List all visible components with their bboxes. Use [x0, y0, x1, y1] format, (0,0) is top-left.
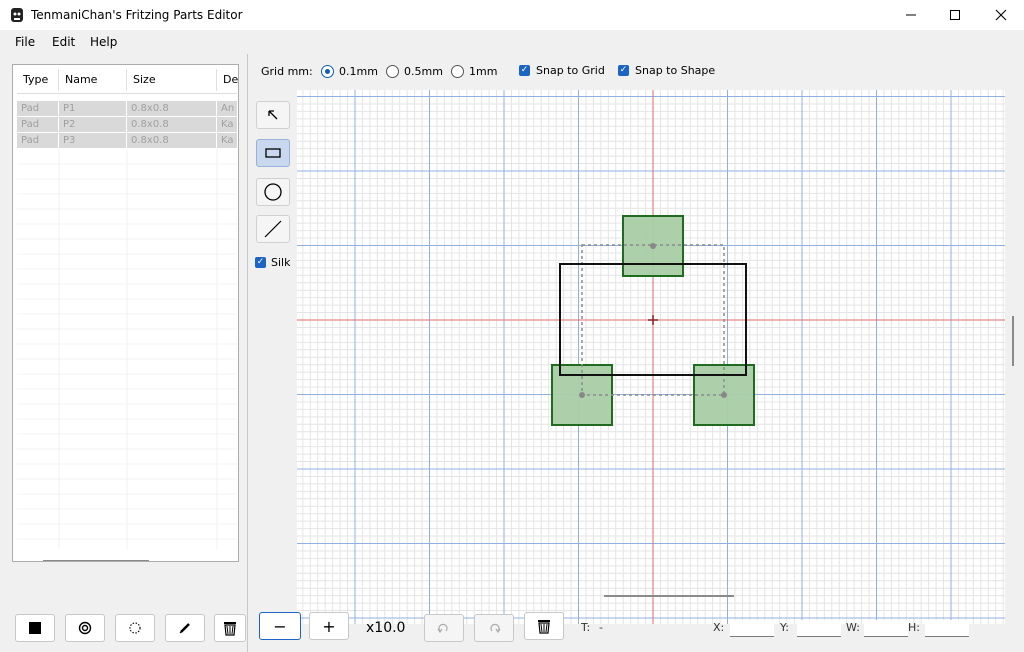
cell-name: P1 — [59, 101, 127, 116]
x-label: X: — [713, 621, 725, 634]
cell-type: Pad — [17, 133, 59, 148]
cell-type: Pad — [17, 101, 59, 116]
snap-to-grid-label[interactable]: Snap to Grid — [536, 64, 605, 77]
left-panel: Type Name Size De Pad P1 0.8x0.8 An Pad … — [0, 54, 248, 652]
drawing-canvas[interactable] — [297, 90, 1005, 624]
select-tool-button[interactable] — [256, 101, 290, 129]
canvas-horizontal-scrollbar[interactable] — [604, 595, 734, 597]
canvas-vertical-scrollbar[interactable] — [1012, 316, 1014, 366]
redo-icon — [490, 623, 501, 634]
silk-checkbox[interactable]: ✓ — [255, 257, 266, 268]
cell-size: 0.8x0.8 — [127, 101, 217, 116]
cell-name: P2 — [59, 117, 127, 132]
rectangle-icon — [265, 148, 281, 158]
menu-file[interactable]: File — [15, 35, 35, 49]
menu-help[interactable]: Help — [90, 35, 117, 49]
column-header-size[interactable]: Size — [127, 69, 217, 91]
undo-button[interactable] — [424, 614, 464, 642]
trash-icon — [224, 622, 236, 636]
dotted-circle-button[interactable] — [115, 614, 155, 642]
cell-size: 0.8x0.8 — [127, 133, 217, 148]
cell-desc: An — [217, 101, 238, 116]
cell-name: P3 — [59, 133, 127, 148]
cell-size: 0.8x0.8 — [127, 117, 217, 132]
cell-desc: Ka — [217, 117, 238, 132]
ring-button[interactable] — [65, 614, 105, 642]
circle-icon — [264, 183, 282, 201]
w-label: W: — [846, 621, 860, 634]
cell-type: Pad — [17, 117, 59, 132]
grid-radio-1mm[interactable] — [451, 65, 464, 78]
silk-label[interactable]: Silk — [271, 256, 290, 269]
column-header-type[interactable]: Type — [17, 69, 59, 91]
zoom-out-button[interactable]: − — [259, 612, 301, 640]
h-label: H: — [908, 621, 920, 634]
grid-label: Grid mm: — [261, 65, 313, 78]
window-title: TenmaniChan's Fritzing Parts Editor — [31, 8, 243, 22]
t-value: - — [599, 621, 603, 634]
parts-table[interactable]: Type Name Size De Pad P1 0.8x0.8 An Pad … — [12, 64, 239, 562]
menu-edit[interactable]: Edit — [52, 35, 75, 49]
rectangle-tool-button[interactable] — [256, 139, 290, 167]
table-empty-grid — [17, 149, 237, 549]
fill-square-button[interactable] — [15, 614, 55, 642]
line-tool-button[interactable] — [256, 215, 290, 243]
dotted-circle-icon — [129, 622, 141, 634]
trash-icon — [538, 620, 550, 634]
redo-button[interactable] — [474, 614, 514, 642]
pad-center-marker — [650, 243, 656, 249]
column-header-desc[interactable]: De — [217, 69, 238, 91]
table-row[interactable]: Pad P3 0.8x0.8 Ka — [17, 133, 237, 148]
grid-option-1mm-label[interactable]: 1mm — [469, 65, 497, 78]
zoom-level: x10.0 — [366, 620, 406, 636]
pad-center-marker — [721, 392, 727, 398]
h-field[interactable] — [925, 620, 969, 637]
ring-icon — [78, 621, 92, 635]
canvas-area: Grid mm: 0.1mm 0.5mm 1mm ✓ Snap to Grid … — [248, 54, 1024, 652]
close-icon — [995, 9, 1007, 21]
grid-radio-0-5mm[interactable] — [386, 65, 399, 78]
line-icon — [264, 220, 282, 238]
delete-part-button[interactable] — [214, 614, 246, 642]
circle-tool-button[interactable] — [256, 178, 290, 206]
maximize-icon — [950, 10, 960, 20]
t-label: T: — [581, 621, 591, 634]
snap-to-shape-label[interactable]: Snap to Shape — [635, 64, 715, 77]
table-row[interactable]: Pad P1 0.8x0.8 An — [17, 101, 237, 116]
snap-to-shape-checkbox[interactable]: ✓ — [618, 65, 629, 76]
grid-option-0-5mm-label[interactable]: 0.5mm — [404, 65, 443, 78]
table-horizontal-scrollbar[interactable] — [43, 560, 149, 561]
delete-shape-button[interactable] — [524, 612, 564, 640]
table-header: Type Name Size De — [17, 65, 238, 94]
snap-to-grid-checkbox[interactable]: ✓ — [519, 65, 530, 76]
fill-square-icon — [29, 622, 41, 634]
undo-icon — [437, 623, 448, 634]
maximize-button[interactable] — [932, 0, 978, 30]
table-row[interactable]: Pad P2 0.8x0.8 Ka — [17, 117, 237, 132]
minimize-icon — [906, 14, 916, 16]
app-icon — [11, 8, 23, 22]
pen-icon — [179, 623, 190, 634]
pad-center-marker — [579, 392, 585, 398]
grid-option-0-1mm-label[interactable]: 0.1mm — [339, 65, 378, 78]
x-field[interactable] — [730, 620, 774, 637]
arrow-pointer-icon — [268, 110, 278, 120]
grid-radio-0-1mm[interactable] — [321, 65, 334, 78]
minimize-button[interactable] — [888, 0, 934, 30]
y-field[interactable] — [797, 620, 841, 637]
column-header-name[interactable]: Name — [59, 69, 127, 91]
y-label: Y: — [780, 621, 789, 634]
close-button[interactable] — [978, 0, 1024, 30]
pen-button[interactable] — [165, 614, 205, 642]
title-bar: TenmaniChan's Fritzing Parts Editor — [0, 0, 1024, 30]
w-field[interactable] — [864, 620, 908, 637]
zoom-in-button[interactable]: + — [309, 612, 349, 640]
menu-bar: File Edit Help — [0, 30, 1024, 54]
cell-desc: Ka — [217, 133, 238, 148]
